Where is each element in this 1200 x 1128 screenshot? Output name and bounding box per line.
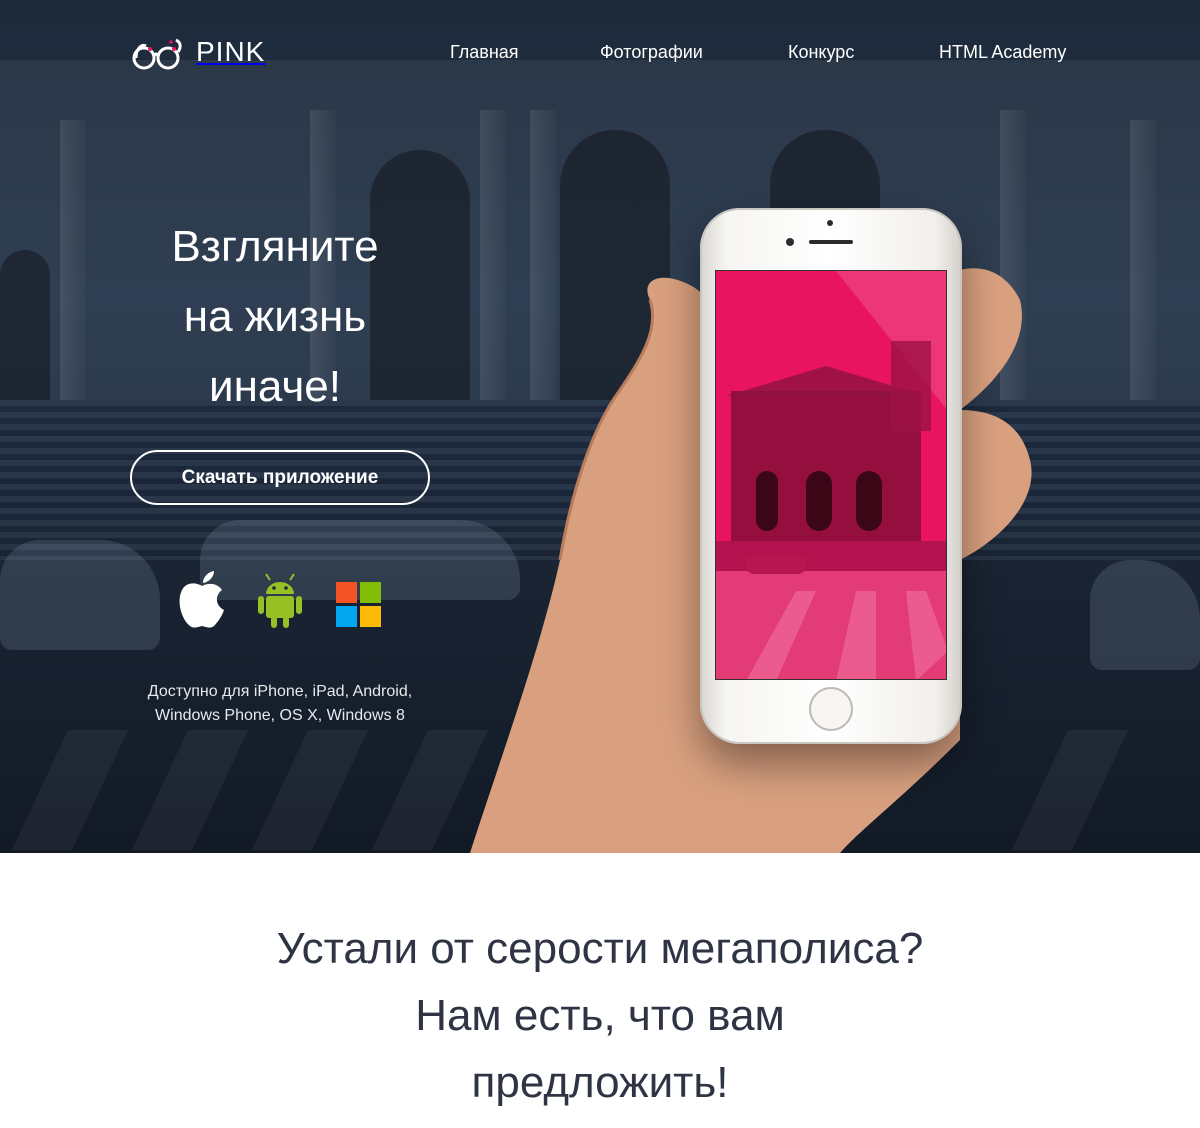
platform-icons — [168, 570, 398, 632]
android-icon[interactable] — [256, 570, 304, 630]
iphone-mockup — [700, 208, 962, 744]
promo-title: Устали от серости мегаполиса? Нам есть, … — [150, 915, 1050, 1116]
promo-title-line: предложить! — [471, 1058, 729, 1107]
front-sensor — [827, 220, 833, 226]
promo-title-line: Устали от серости мегаполиса? — [276, 924, 924, 973]
apple-icon[interactable] — [176, 570, 228, 630]
hero-headline: Взгляните на жизнь иначе! — [130, 212, 420, 422]
earpiece-speaker — [809, 240, 853, 244]
availability-line: Доступно для iPhone, iPad, Android, — [147, 683, 413, 700]
headline-line: иначе! — [209, 362, 341, 411]
download-app-button[interactable]: Скачать приложение — [130, 450, 430, 505]
main-nav: Главная Фотографии Конкурс HTML Academy — [0, 42, 1200, 72]
promo-section: Устали от серости мегаполиса? Нам есть, … — [0, 853, 1200, 1128]
home-button — [809, 687, 853, 731]
nav-item-home[interactable]: Главная — [450, 42, 519, 63]
headline-line: Взгляните — [171, 222, 379, 271]
site-header: PINK Главная Фотографии Конкурс HTML Aca… — [0, 0, 1200, 110]
availability-line: Windows Phone, OS X, Windows 8 — [155, 707, 405, 724]
availability-text: Доступно для iPhone, iPad, Android, Wind… — [110, 680, 450, 728]
headline-line: на жизнь — [183, 292, 367, 341]
screen-photo — [716, 271, 946, 679]
front-camera — [786, 238, 794, 246]
nav-item-html-academy[interactable]: HTML Academy — [939, 42, 1066, 63]
windows-icon[interactable] — [336, 582, 382, 628]
phone-screen — [715, 270, 947, 680]
promo-title-line: Нам есть, что вам — [415, 991, 785, 1040]
nav-item-photos[interactable]: Фотографии — [600, 42, 703, 63]
nav-item-contest[interactable]: Конкурс — [788, 42, 854, 63]
